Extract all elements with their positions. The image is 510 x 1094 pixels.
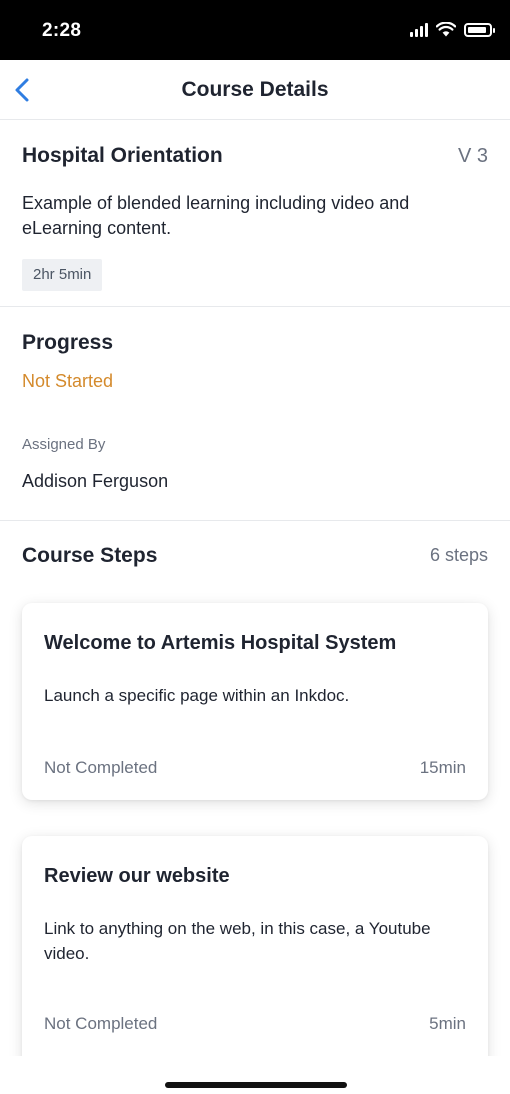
course-steps-heading: Course Steps (22, 544, 158, 567)
step-title: Welcome to Artemis Hospital System (44, 632, 397, 654)
bottom-safe-area (0, 1056, 510, 1094)
nav-bar: Course Details (0, 60, 510, 120)
duration-badge: 2hr 5min (22, 259, 103, 291)
status-time: 2:28 (42, 20, 82, 41)
progress-heading: Progress (22, 331, 114, 354)
status-bar: 2:28 (0, 0, 510, 60)
page-title: Course Details (181, 78, 329, 101)
course-description: Example of blended learning including vi… (22, 193, 410, 238)
assigned-by-label: Assigned By (22, 436, 106, 453)
step-card[interactable]: Review our website Link to anything on t… (22, 836, 488, 1071)
step-duration: 15min (419, 758, 466, 777)
step-status: Not Completed (44, 1014, 158, 1033)
course-title: Hospital Orientation (22, 144, 223, 167)
course-overview: Hospital Orientation V 3 Example of blen… (0, 121, 510, 307)
status-icons (410, 22, 495, 37)
progress-status: Not Started (22, 371, 114, 391)
course-version: V 3 (457, 145, 488, 167)
wifi-icon (436, 22, 456, 37)
step-duration: 5min (429, 1014, 466, 1033)
steps-count: 6 steps (429, 545, 488, 565)
battery-icon (464, 22, 495, 37)
step-status: Not Completed (44, 758, 158, 777)
step-card[interactable]: Welcome to Artemis Hospital System Launc… (22, 603, 488, 800)
step-title: Review our website (44, 865, 230, 887)
assigned-by-name: Addison Ferguson (22, 471, 169, 491)
home-indicator[interactable] (165, 1082, 347, 1088)
progress-section: Progress Not Started Assigned By Addison… (0, 307, 510, 521)
signal-icon (410, 22, 428, 37)
step-description: Link to anything on the web, in this cas… (44, 919, 431, 963)
step-description: Launch a specific page within an Inkdoc. (44, 686, 350, 705)
